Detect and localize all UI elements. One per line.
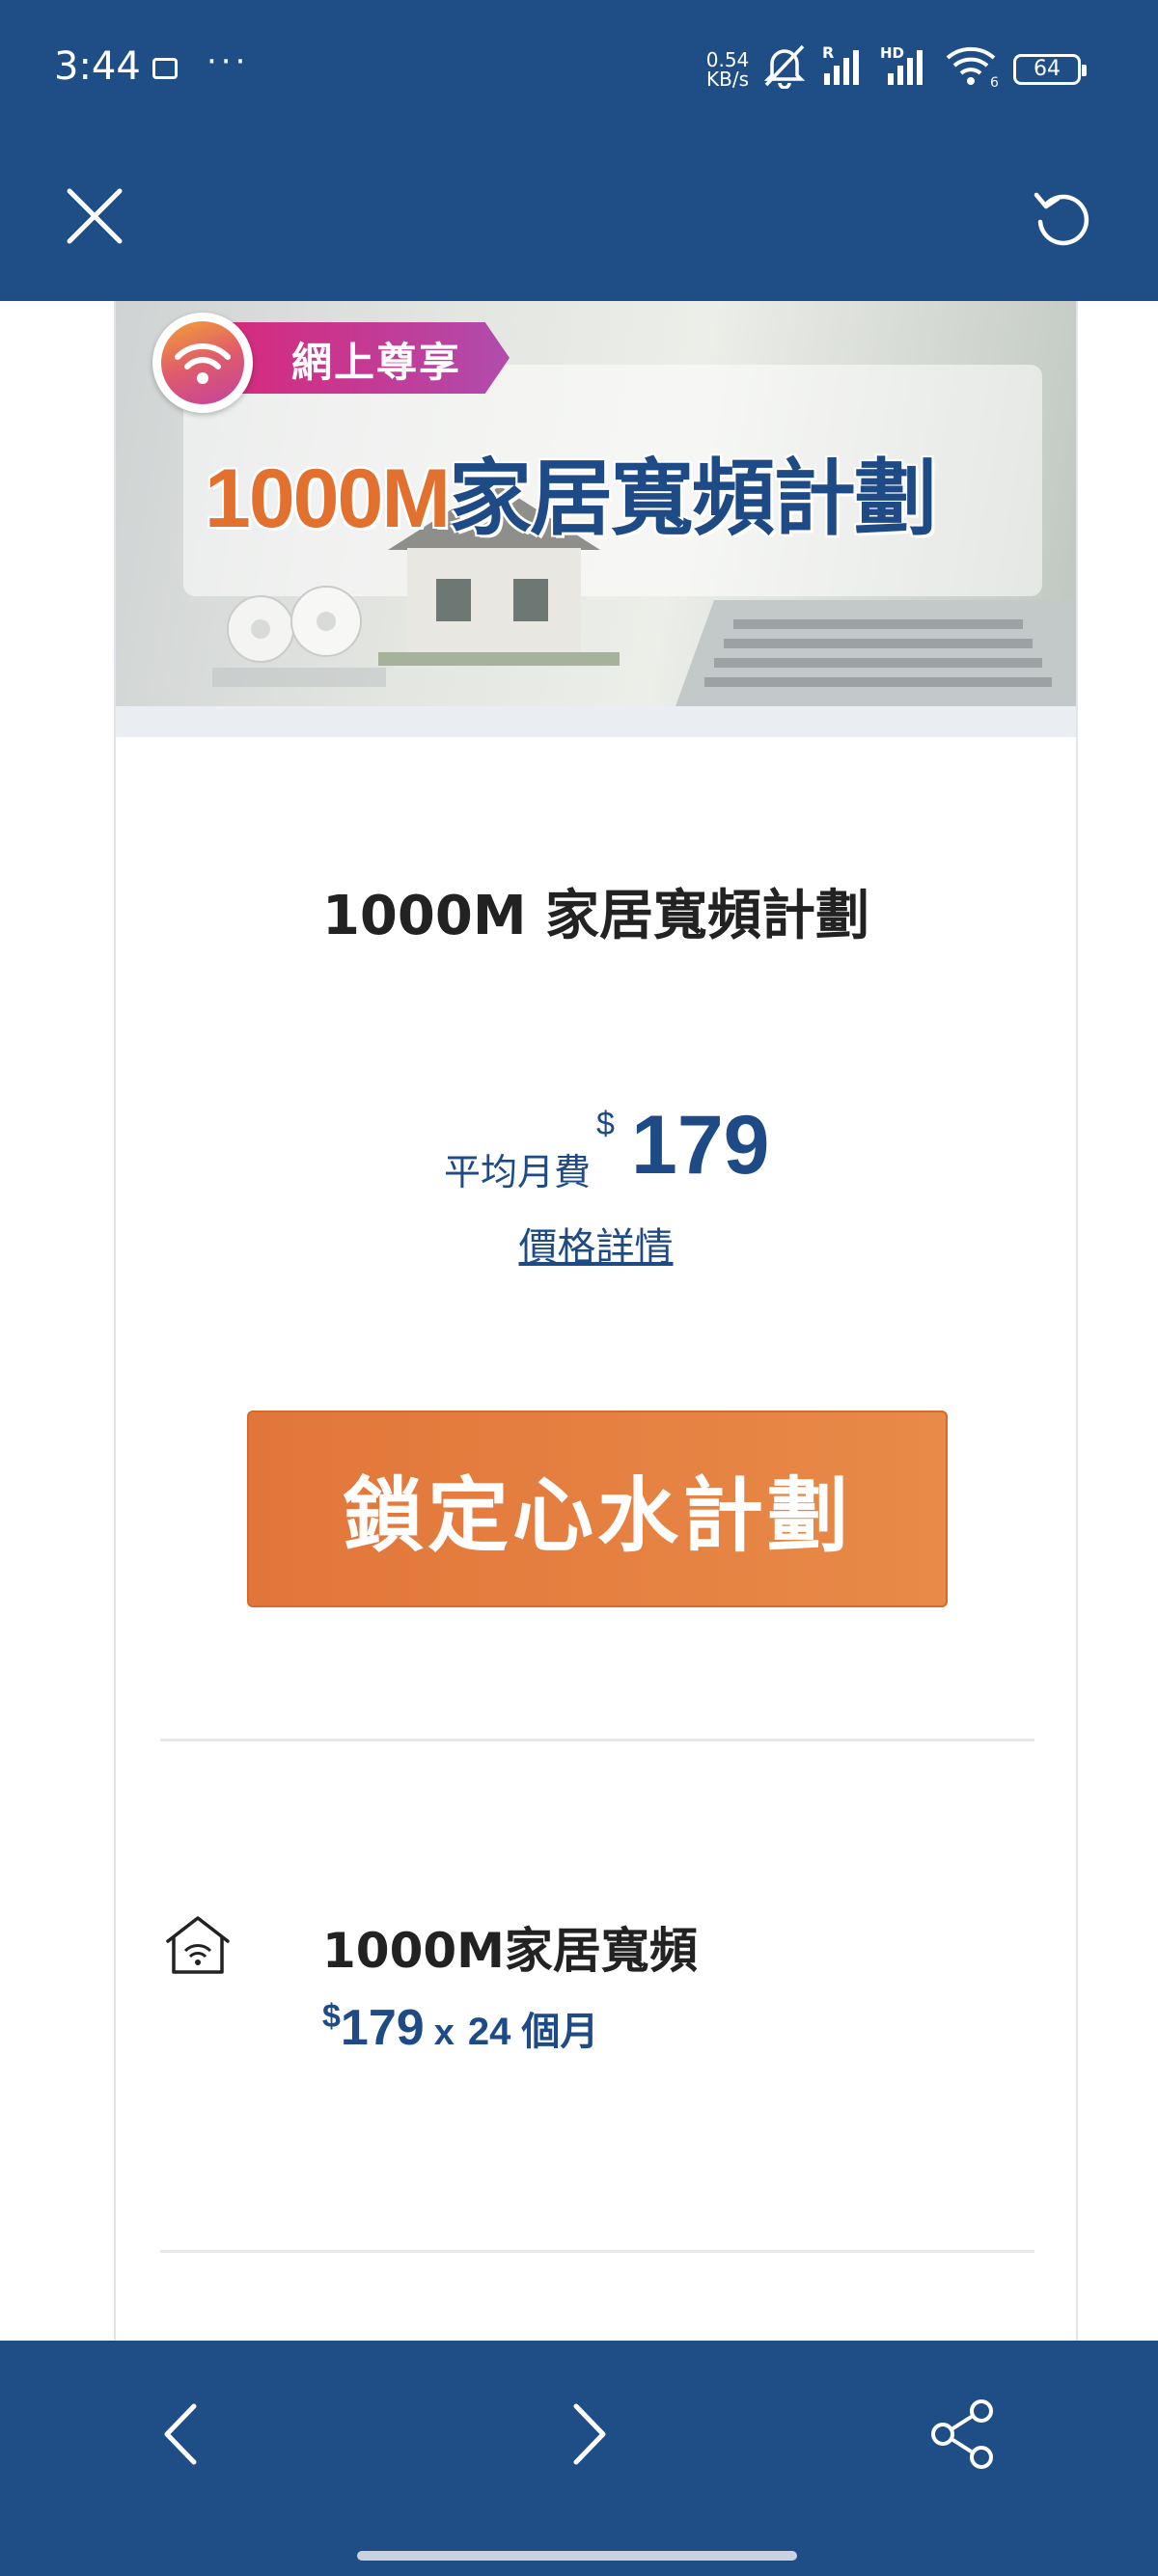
- banner-title-speed: 1000M: [205, 452, 451, 545]
- chevron-right-icon: [573, 2403, 606, 2465]
- share-button[interactable]: [921, 2391, 1007, 2478]
- signal-icon: R: [822, 43, 859, 85]
- battery-indicator: 64: [1013, 54, 1087, 85]
- feature-title: 1000M家居寬頻: [322, 1923, 698, 1979]
- more-notifications-icon: ···: [207, 42, 250, 81]
- wifi-sub-label: 6: [990, 75, 999, 91]
- chevron-left-icon: [164, 2403, 197, 2465]
- promo-banner: 網上尊享 1000M家居寬頻計劃: [116, 301, 1076, 706]
- close-icon: [67, 188, 123, 244]
- refresh-button[interactable]: [1023, 178, 1104, 259]
- wifi-icon: [175, 343, 231, 384]
- network-speed-unit: KB/s: [706, 68, 749, 91]
- banner-title-text: 家居寬頻計劃: [448, 451, 937, 547]
- plan-title: 1000M 家居寬頻計劃: [321, 885, 870, 947]
- price-currency: $: [596, 1106, 615, 1142]
- badge-inner: [161, 321, 244, 404]
- feature-price-amount: 179: [340, 2000, 425, 2056]
- status-bar: 3:44 ··· 0.54 KB/s R HD 6 64: [0, 0, 1158, 135]
- wifi-icon: 6: [946, 46, 999, 91]
- signal-hd-label: HD: [880, 44, 904, 62]
- feature-price-months: 24 個月: [467, 2011, 599, 2053]
- refresh-icon: [1034, 192, 1089, 246]
- share-icon: [931, 2399, 993, 2469]
- banner-divider: [116, 706, 1076, 737]
- close-button[interactable]: [56, 178, 133, 255]
- feature-price-currency: $: [322, 1998, 341, 2035]
- online-exclusive-badge: 網上尊享: [147, 309, 513, 413]
- lock-plan-button-label: 鎖定心水計劃: [342, 1467, 852, 1563]
- notification-icon: [152, 58, 178, 79]
- price-row: 平均月費 $ 179: [116, 1092, 1076, 1198]
- plan-card: 網上尊享 1000M家居寬頻計劃 1000M 家居寬頻計劃 平均月費 $ 179…: [114, 301, 1078, 2341]
- signal-r-label: R: [822, 43, 834, 62]
- feature-price-multiplier: x: [433, 2013, 455, 2053]
- status-time: 3:44: [54, 44, 141, 89]
- feature-price: $179 x 24 個月: [322, 1998, 599, 2057]
- home-indicator[interactable]: [357, 2551, 797, 2561]
- bottom-nav-bar: [0, 2341, 1158, 2576]
- price-amount: 179: [631, 1099, 770, 1192]
- badge-circle: [152, 313, 253, 413]
- laptop-image: [676, 600, 1076, 706]
- price-label: 平均月費: [444, 1151, 592, 1193]
- badge-text: 網上尊享: [291, 339, 462, 386]
- price-details-link[interactable]: 價格詳情: [116, 1216, 1076, 1272]
- home-wifi-icon: [166, 1916, 230, 1974]
- network-speed: 0.54 KB/s: [699, 50, 757, 89]
- forward-button[interactable]: [544, 2391, 631, 2478]
- lock-plan-button[interactable]: 鎖定心水計劃: [247, 1411, 948, 1607]
- mute-icon: [763, 44, 806, 89]
- divider: [160, 1739, 1034, 1741]
- back-button[interactable]: [139, 2391, 226, 2478]
- top-app-bar: [0, 135, 1158, 301]
- banner-title: 1000M家居寬頻計劃: [205, 430, 1063, 551]
- divider: [160, 2250, 1034, 2253]
- signal-hd-icon: HD: [880, 44, 923, 85]
- network-speed-value: 0.54: [705, 48, 750, 71]
